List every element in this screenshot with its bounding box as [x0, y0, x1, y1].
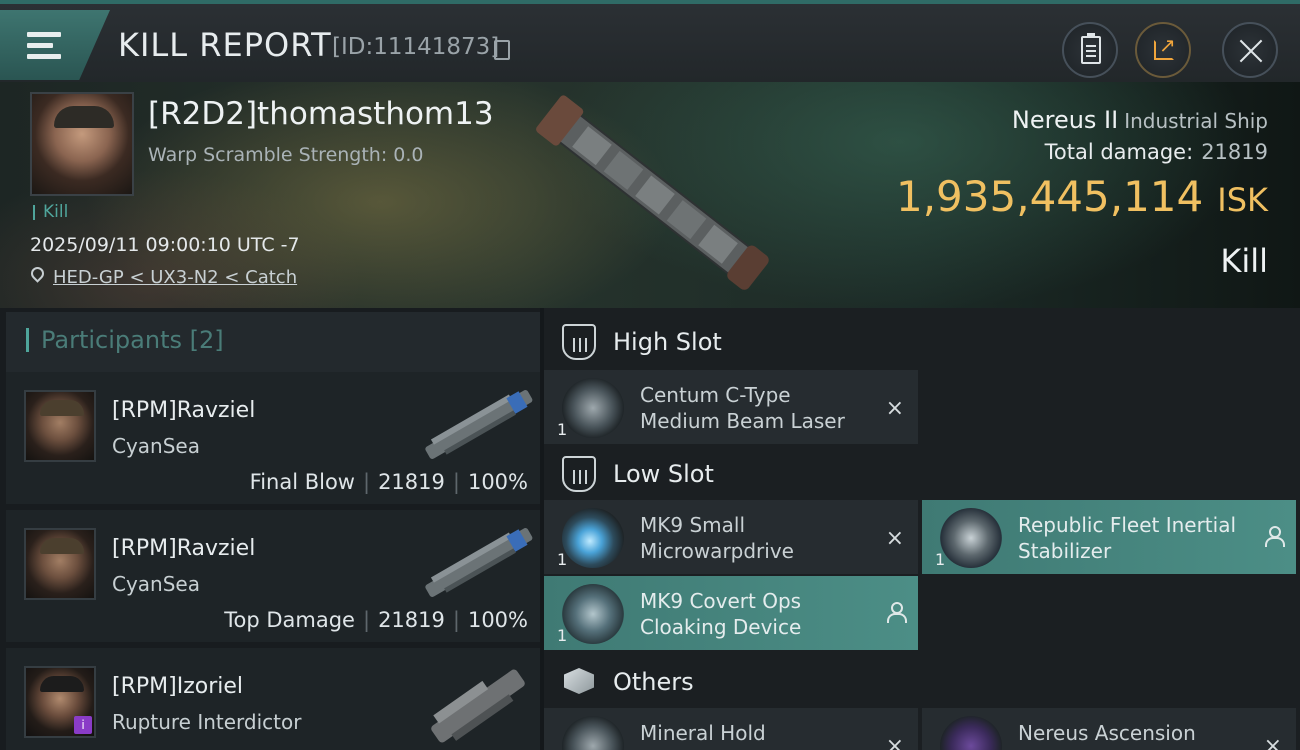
participant-corp: CyanSea — [112, 434, 200, 458]
isk-value: 1,935,445,114 — [895, 172, 1204, 221]
dropped-person-icon — [1264, 526, 1285, 547]
kill-datetime: 2025/09/11 09:00:10 UTC -7 — [30, 234, 300, 256]
participant-avatar[interactable]: i — [24, 666, 96, 738]
module-quantity: 1 — [557, 550, 568, 569]
participant-ship-label: Rupture Interdictor — [112, 710, 302, 734]
ship-name[interactable]: Nereus II — [1012, 106, 1118, 134]
destroyed-icon: × — [885, 396, 904, 421]
high-slot-header: High Slot — [544, 312, 1300, 372]
inertial-stabilizer-icon — [940, 508, 1002, 568]
close-button[interactable] — [1222, 22, 1278, 78]
mineral-hold-icon — [562, 716, 624, 750]
high-slot-icon — [562, 324, 596, 360]
clipboard-icon — [1081, 33, 1101, 64]
low-slot-icon — [562, 456, 596, 492]
participant-percent: 100% — [467, 608, 528, 632]
others-label: Others — [613, 668, 694, 696]
destroyed-icon: × — [885, 734, 904, 750]
total-damage-label: Total damage: — [1044, 140, 1194, 164]
victim-ship-image — [536, 95, 769, 290]
kill-tag: Kill — [33, 204, 68, 221]
participant-ship-image — [425, 390, 533, 459]
ship-skin-icon — [940, 716, 1002, 750]
module-name: Centum C-Type Medium Beam Laser — [640, 383, 845, 433]
participant-avatar[interactable] — [24, 390, 96, 462]
module-name: Mineral Hold — [640, 721, 766, 745]
report-id: [ID:11141873] — [332, 34, 500, 60]
total-damage-value: 21819 — [1201, 140, 1268, 164]
module-item[interactable]: 1 Republic Fleet Inertial Stabilizer — [922, 500, 1296, 574]
participant-row[interactable]: [RPM]Ravziel CyanSea Top Damage | 21819 | 10… — [6, 510, 540, 642]
isk-unit: ISK — [1217, 181, 1268, 219]
module-item[interactable]: Mineral Hold × — [544, 708, 918, 750]
page-title: KILL REPORT — [118, 26, 332, 64]
participant-row[interactable]: [RPM]Ravziel CyanSea Final Blow | 21819 | 10… — [6, 372, 540, 504]
warp-scramble-strength: Warp Scramble Strength: 0.0 — [148, 144, 424, 166]
participant-avatar[interactable] — [24, 528, 96, 600]
participant-percent: 100% — [467, 470, 528, 494]
module-quantity: 1 — [935, 550, 946, 569]
participant-ship-image — [425, 528, 533, 597]
participant-name[interactable]: [RPM]Izoriel — [112, 674, 243, 699]
participants-label: Participants — [41, 326, 182, 354]
participant-damage: 21819 — [378, 470, 445, 494]
copy-icon[interactable] — [494, 40, 510, 60]
participant-corp: CyanSea — [112, 572, 200, 596]
participants-header: Participants [2] — [6, 312, 540, 372]
module-quantity: 1 — [557, 420, 568, 439]
modules-panel: High Slot 1 Centum C-Type Medium Beam Las… — [544, 308, 1300, 750]
module-item[interactable]: 1 Centum C-Type Medium Beam Laser × — [544, 370, 918, 444]
ship-class: Industrial Ship — [1124, 109, 1268, 133]
top-bar: KILL REPORT [ID:11141873] ↗ — [0, 0, 1300, 82]
participant-badge-icon: i — [74, 716, 92, 734]
kill-result: Kill — [1220, 242, 1268, 280]
beam-laser-icon — [562, 378, 624, 438]
participant-stats: Final Blow | 21819 | 100% — [249, 470, 528, 494]
total-damage: Total damage: 21819 — [1045, 140, 1268, 164]
participant-row[interactable]: i [RPM]Izoriel Rupture Interdictor — [6, 648, 540, 750]
participant-name[interactable]: [RPM]Ravziel — [112, 536, 255, 561]
menu-icon — [27, 32, 61, 65]
low-slot-label: Low Slot — [613, 460, 714, 488]
participant-stats: Top Damage | 21819 | 100% — [224, 608, 528, 632]
location-pin-icon — [28, 264, 47, 283]
module-item[interactable]: Nereus Ascension × — [922, 708, 1296, 750]
microwarpdrive-icon — [562, 508, 624, 568]
cloaking-device-icon — [562, 584, 624, 644]
module-quantity: 1 — [557, 626, 568, 645]
victim-ship: Nereus II Industrial Ship — [1012, 106, 1268, 134]
module-name: Republic Fleet Inertial Stabilizer — [1018, 513, 1237, 563]
victim-name[interactable]: [R2D2]thomasthom13 — [148, 96, 494, 132]
low-slot-header: Low Slot — [544, 444, 1300, 504]
participant-damage: 21819 — [378, 608, 445, 632]
dropped-person-icon — [886, 602, 907, 623]
destroyed-icon: × — [885, 526, 904, 551]
high-slot-label: High Slot — [613, 328, 722, 356]
participant-name[interactable]: [RPM]Ravziel — [112, 398, 255, 423]
share-button[interactable]: ↗ — [1135, 22, 1191, 78]
participants-count: [2] — [189, 326, 224, 354]
participant-role: Top Damage — [224, 608, 355, 632]
participants-panel: Participants [2] [RPM]Ravziel CyanSea Fi… — [0, 308, 540, 750]
cube-icon — [564, 668, 594, 694]
module-name: MK9 Covert Ops Cloaking Device — [640, 589, 802, 639]
others-header: Others — [544, 652, 1300, 712]
module-name: Nereus Ascension — [1018, 721, 1196, 745]
victim-banner: [R2D2]thomasthom13 Warp Scramble Strengt… — [0, 82, 1300, 308]
menu-button[interactable] — [0, 10, 110, 80]
module-item[interactable]: 1 MK9 Small Microwarpdrive × — [544, 500, 918, 574]
participant-ship-image — [431, 669, 525, 743]
victim-avatar[interactable] — [30, 92, 134, 196]
destroyed-icon: × — [1263, 734, 1282, 750]
module-name: MK9 Small Microwarpdrive — [640, 513, 794, 563]
module-item[interactable]: 1 MK9 Covert Ops Cloaking Device — [544, 576, 918, 650]
clipboard-button[interactable] — [1062, 22, 1118, 78]
isk-loss: 1,935,445,114 ISK — [896, 172, 1268, 221]
kill-location-link[interactable]: HED-GP < UX3-N2 < Catch — [53, 267, 297, 288]
participant-role: Final Blow — [249, 470, 355, 494]
